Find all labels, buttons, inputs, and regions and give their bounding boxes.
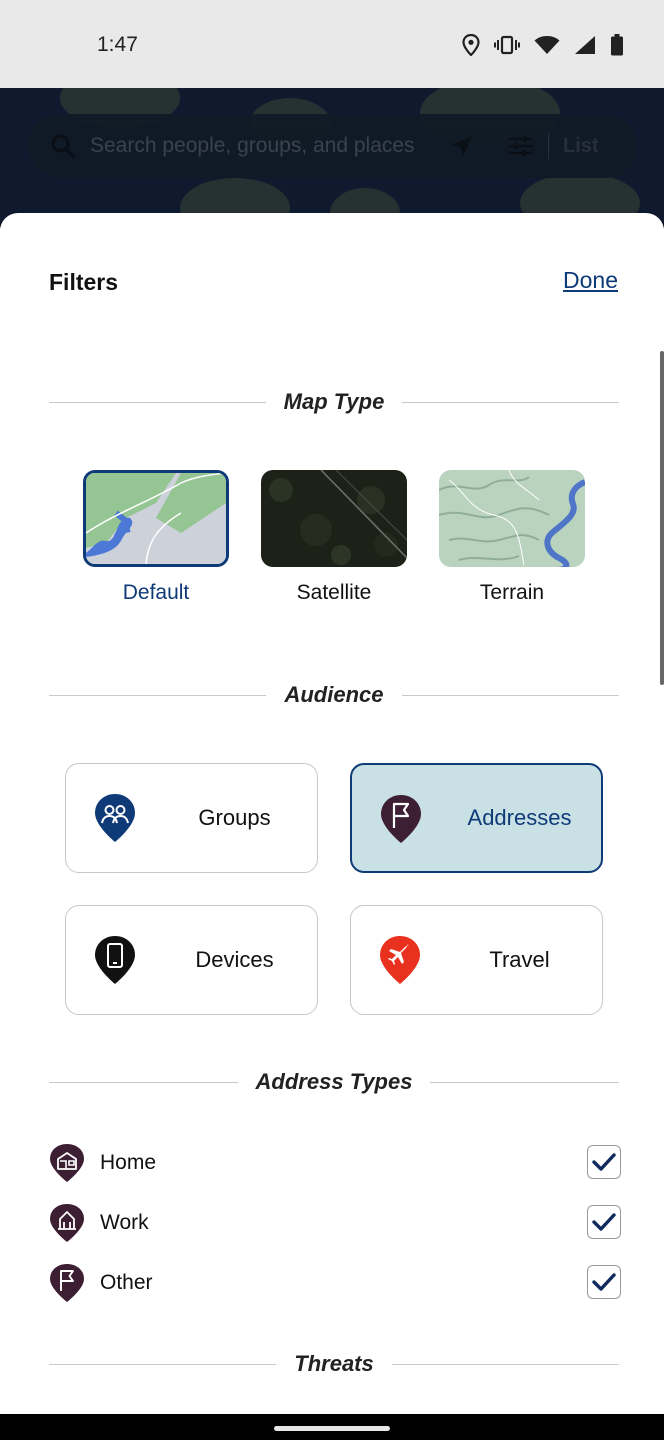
checkmark-icon	[592, 1153, 616, 1171]
search-input[interactable]: Search people, groups, and places	[90, 134, 430, 158]
map-type-label: Default	[122, 581, 190, 604]
terrain-map-thumbnail[interactable]	[439, 470, 585, 567]
audience-label: Addresses	[467, 805, 572, 830]
checkmark-icon	[592, 1273, 616, 1291]
other-checkbox[interactable]	[587, 1265, 621, 1299]
audience-label: Devices	[195, 947, 274, 972]
status-time: 1:47	[97, 33, 138, 56]
sheet-title: Filters	[49, 269, 119, 295]
building-icon	[50, 1204, 84, 1242]
search-icon[interactable]	[50, 133, 76, 159]
map-type-label: Satellite	[296, 581, 372, 604]
address-types-title: Address Types	[255, 1069, 413, 1094]
audience-devices-card[interactable]: Devices	[65, 905, 318, 1015]
audience-title: Audience	[284, 682, 384, 707]
wifi-icon	[534, 36, 560, 54]
audience-header: Audience	[49, 682, 619, 708]
address-type-label: Other	[100, 1271, 153, 1294]
list-view-button[interactable]: List	[563, 135, 599, 158]
address-type-work-row[interactable]: Work	[49, 1203, 621, 1243]
filter-sliders-icon[interactable]	[508, 135, 534, 157]
map-type-terrain[interactable]: Terrain	[439, 470, 585, 605]
home-gesture-handle[interactable]	[274, 1426, 390, 1431]
phone-icon	[95, 936, 135, 984]
default-map-thumbnail[interactable]	[83, 470, 229, 567]
address-type-label: Home	[100, 1151, 157, 1174]
audience-travel-card[interactable]: Travel	[350, 905, 603, 1015]
search-bar[interactable]: Search people, groups, and places List	[28, 114, 638, 178]
scrollbar[interactable]	[660, 351, 664, 685]
home-checkbox[interactable]	[587, 1145, 621, 1179]
battery-icon	[611, 34, 623, 56]
map-type-title: Map Type	[283, 389, 385, 414]
map-type-label: Terrain	[479, 581, 545, 604]
address-type-other-row[interactable]: Other	[49, 1263, 621, 1303]
threats-title: Threats	[294, 1351, 374, 1376]
home-icon	[50, 1144, 84, 1182]
work-checkbox[interactable]	[587, 1205, 621, 1239]
flag-icon	[50, 1264, 84, 1302]
map-type-header: Map Type	[49, 389, 619, 415]
signal-icon	[575, 36, 595, 54]
address-type-label: Work	[100, 1211, 149, 1234]
audience-label: Groups	[198, 805, 271, 830]
system-nav-bar	[0, 1414, 664, 1440]
address-type-home-row[interactable]: Home	[49, 1143, 621, 1183]
satellite-map-thumbnail[interactable]	[261, 470, 407, 567]
audience-label: Travel	[489, 947, 550, 972]
map-type-satellite[interactable]: Satellite	[261, 470, 407, 605]
done-button[interactable]: Done	[563, 267, 618, 294]
status-bar: 1:47	[0, 0, 664, 88]
map-type-default[interactable]: Default	[83, 470, 229, 605]
airplane-icon	[380, 936, 420, 984]
groups-icon	[95, 794, 135, 842]
location-icon	[462, 34, 480, 56]
threats-header: Threats	[49, 1351, 620, 1377]
search-divider	[548, 133, 549, 159]
checkmark-icon	[592, 1213, 616, 1231]
filters-sheet: Filters Done Map Type Default Satellite …	[0, 213, 664, 1414]
audience-groups-card[interactable]: Groups	[65, 763, 318, 873]
flag-icon	[381, 795, 421, 843]
map-background[interactable]: Search people, groups, and places List	[0, 88, 664, 228]
status-icons	[462, 34, 624, 56]
audience-addresses-card[interactable]: Addresses	[350, 763, 603, 873]
address-types-header: Address Types	[49, 1069, 620, 1095]
vibrate-icon	[494, 35, 520, 55]
navigation-arrow-icon[interactable]	[450, 134, 474, 158]
